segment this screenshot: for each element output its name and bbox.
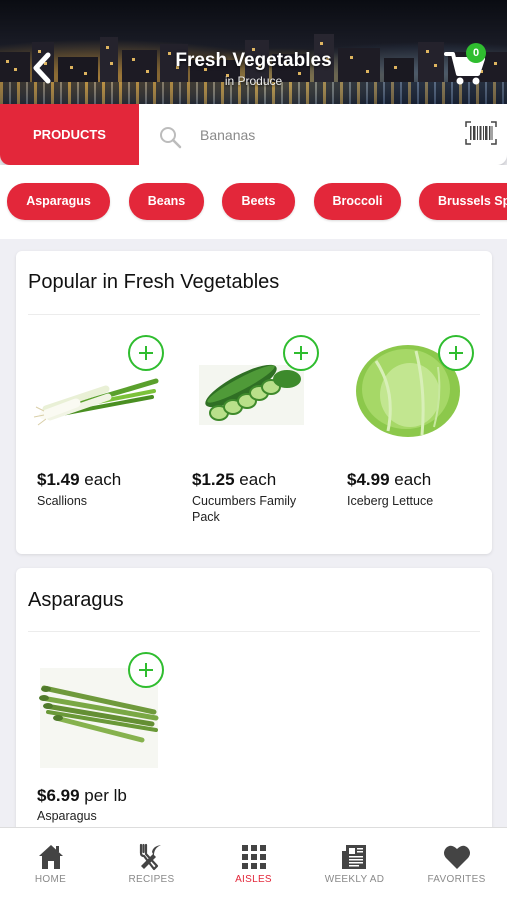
search-bar: PRODUCTS	[0, 104, 507, 165]
section-title: Asparagus	[28, 589, 124, 611]
tab-label: AISLES	[235, 874, 272, 885]
search-input[interactable]	[200, 120, 450, 150]
chip-beans[interactable]: Beans	[129, 183, 204, 220]
chip-broccoli[interactable]: Broccoli	[314, 183, 401, 220]
tab-home[interactable]: HOME	[0, 828, 101, 900]
product-price: $6.99 per lb	[37, 786, 127, 805]
add-to-cart-button[interactable]	[438, 335, 474, 371]
chip-beets[interactable]: Beets	[222, 183, 295, 220]
product-name: Iceberg Lettuce	[347, 494, 434, 508]
heart-icon	[444, 845, 470, 869]
chip-asparagus[interactable]: Asparagus	[7, 183, 110, 220]
product-price: $1.49 each	[37, 470, 122, 489]
product-price: $4.99 each	[347, 470, 432, 489]
weekly-ad-icon	[342, 845, 366, 869]
popular-section-card: Popular in Fresh Vegetables $1.49 each S…	[16, 251, 492, 554]
chip-brussels-sprouts[interactable]: Brussels Sprouts	[419, 183, 507, 220]
divider	[28, 631, 480, 632]
home-icon	[39, 845, 63, 869]
search-icon	[160, 127, 182, 149]
page-title: Fresh Vegetables	[175, 50, 332, 71]
tab-weekly-ad[interactable]: WEEKLY AD	[304, 828, 405, 900]
product-price: $1.25 each	[192, 470, 277, 489]
tab-favorites[interactable]: FAVORITES	[406, 828, 507, 900]
add-to-cart-button[interactable]	[283, 335, 319, 371]
divider	[28, 314, 480, 315]
page-subtitle: in Produce	[224, 74, 283, 88]
recipes-icon	[139, 843, 161, 871]
cart-count-badge: 0	[466, 43, 486, 63]
tab-label: FAVORITES	[427, 874, 486, 885]
add-to-cart-button[interactable]	[128, 652, 164, 688]
product-name: Asparagus	[37, 809, 97, 823]
tab-label: RECIPES	[128, 874, 175, 885]
products-tab-button[interactable]: PRODUCTS	[0, 104, 139, 165]
asparagus-section-card: Asparagus $6.99 per lb Asparagus	[16, 568, 492, 838]
subcategory-chips: Asparagus Beans Beets Broccoli Brussels …	[0, 165, 507, 239]
tab-label: HOME	[34, 874, 67, 885]
tab-aisles[interactable]: AISLES	[203, 828, 304, 900]
add-to-cart-button[interactable]	[128, 335, 164, 371]
product-name: Cucumbers Family Pack	[192, 494, 297, 524]
tab-label: WEEKLY AD	[324, 874, 385, 885]
tab-recipes[interactable]: RECIPES	[101, 828, 202, 900]
product-name: Scallions	[37, 494, 88, 508]
bottom-tab-bar: HOME RECIPES AISLES WEEKLY AD FAVORITES	[0, 827, 507, 900]
section-title: Popular in Fresh Vegetables	[28, 271, 280, 293]
aisles-icon	[242, 845, 266, 869]
barcode-scanner-icon[interactable]	[465, 121, 497, 145]
